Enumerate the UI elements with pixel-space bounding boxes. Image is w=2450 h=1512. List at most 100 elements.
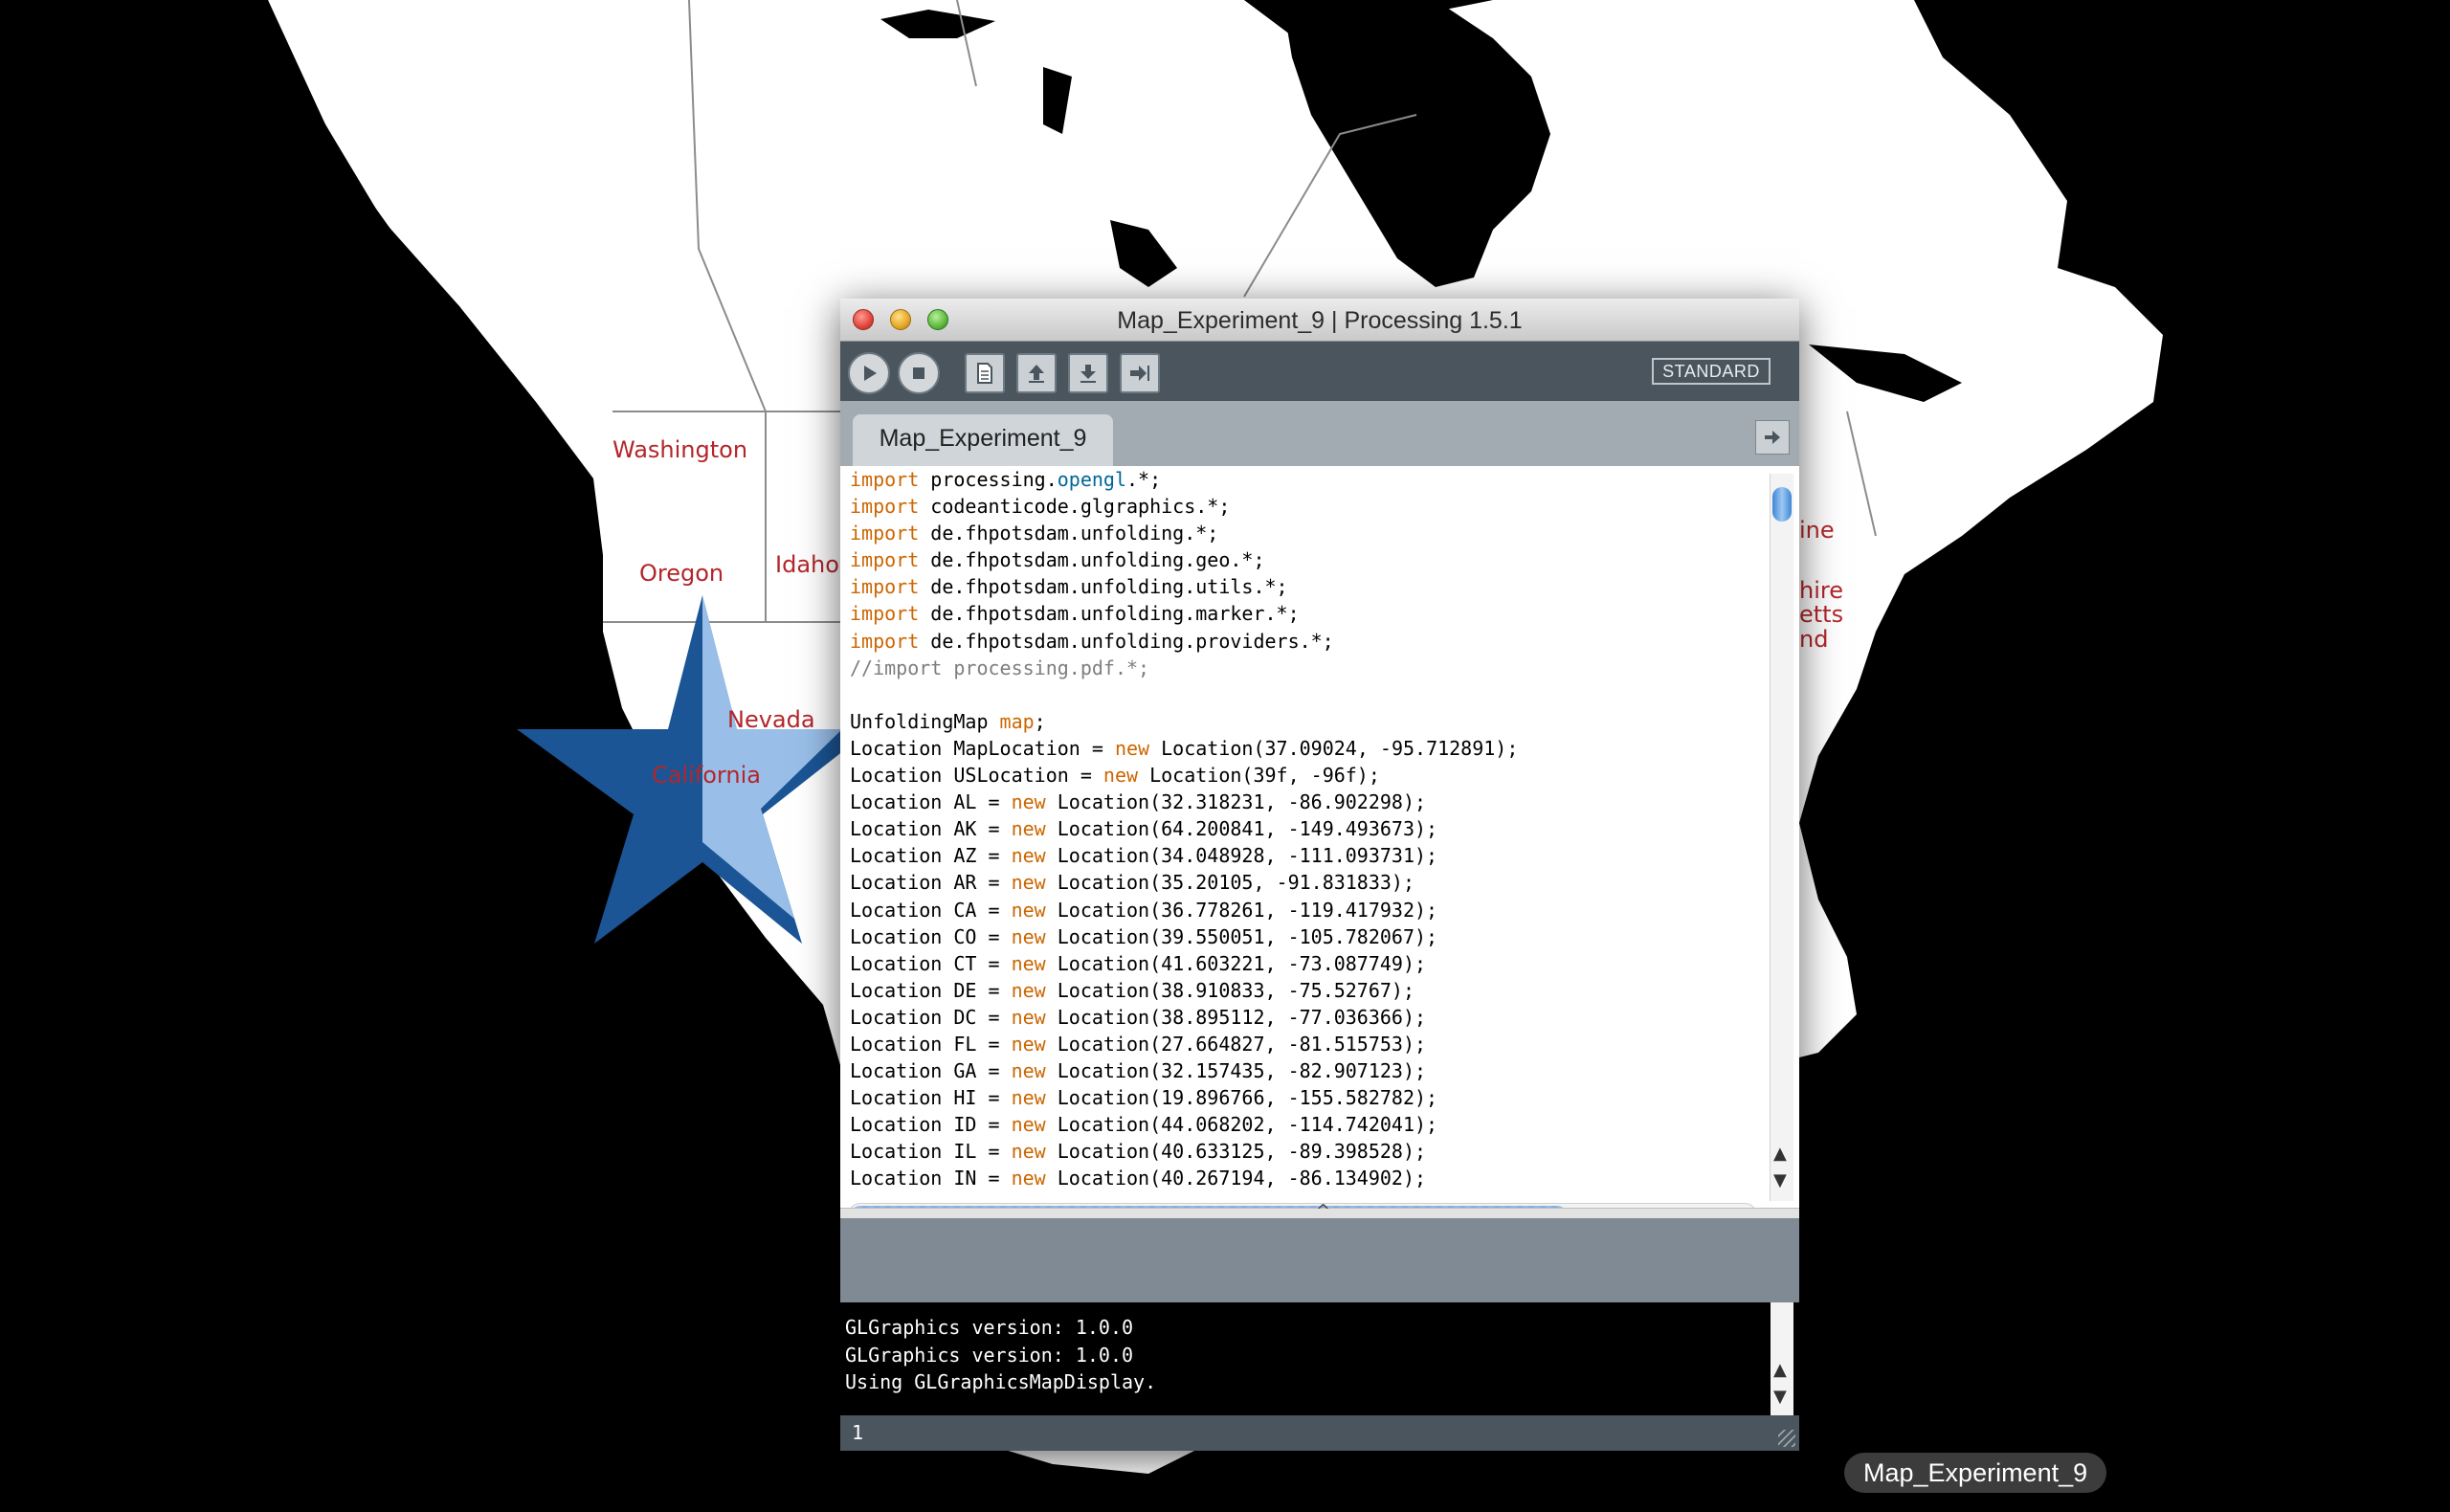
code-line[interactable]: Location ID = new Location(44.068202, -1… [850, 1111, 1654, 1138]
export-arrow-icon [1130, 366, 1149, 381]
editor-vertical-scrollbar[interactable]: ▲ ▼ [1770, 474, 1793, 1201]
message-area [840, 1218, 1799, 1302]
run-button[interactable] [848, 352, 890, 394]
code-line[interactable]: Location DE = new Location(38.910833, -7… [850, 977, 1654, 1004]
save-arrow-down-icon [1080, 365, 1096, 383]
code-line[interactable]: Location AR = new Location(35.20105, -91… [850, 869, 1654, 896]
code-token: Location USLocation = [850, 764, 1103, 788]
new-sketch-button[interactable] [965, 353, 1005, 393]
code-line[interactable]: Location CO = new Location(39.550051, -1… [850, 923, 1654, 950]
tab-bar: Map_Experiment_9 [840, 401, 1799, 466]
code-token: Location(40.267194, -86.134902); [1045, 1167, 1427, 1190]
code-token: .*; [1126, 468, 1162, 491]
code-line[interactable]: Location IL = new Location(40.633125, -8… [850, 1138, 1654, 1165]
code-line[interactable]: Location FL = new Location(27.664827, -8… [850, 1031, 1654, 1057]
code-token: import [850, 495, 920, 519]
console-output[interactable]: GLGraphics version: 1.0.0 GLGraphics vers… [840, 1302, 1799, 1415]
code-line[interactable]: Location DC = new Location(38.895112, -7… [850, 1004, 1654, 1031]
code-token: Location(37.09024, -95.712891); [1149, 736, 1519, 760]
code-token: Location DE = [850, 978, 1012, 1002]
scroll-down-icon[interactable]: ▼ [1773, 1170, 1787, 1190]
code-line[interactable]: Location CA = new Location(36.778261, -1… [850, 897, 1654, 923]
code-line[interactable]: //import processing.pdf.*; [850, 655, 1654, 681]
code-line[interactable]: Location HI = new Location(19.896766, -1… [850, 1084, 1654, 1111]
export-button[interactable] [1120, 353, 1160, 393]
code-token: Location(39.550051, -105.782067); [1045, 924, 1438, 948]
code-line[interactable]: Location AK = new Location(64.200841, -1… [850, 815, 1654, 842]
code-line[interactable]: Location GA = new Location(32.157435, -8… [850, 1057, 1654, 1084]
code-token: de.fhpotsdam.unfolding.marker.*; [919, 602, 1300, 626]
code-line[interactable]: import codeanticode.glgraphics.*; [850, 493, 1654, 520]
code-editor[interactable]: import processing.opengl.*; import codean… [840, 466, 1799, 1228]
code-line[interactable]: Location USLocation = new Location(39f, … [850, 762, 1654, 789]
code-line[interactable]: Location IN = new Location(40.267194, -8… [850, 1165, 1654, 1191]
code-token: de.fhpotsdam.unfolding.*; [919, 522, 1219, 545]
console-splitter[interactable]: ^ [840, 1201, 1799, 1221]
code-token: new [1011, 790, 1046, 814]
window-title: Map_Experiment_9 | Processing 1.5.1 [1117, 307, 1523, 334]
open-button[interactable] [1016, 353, 1057, 393]
code-line[interactable]: import processing.opengl.*; [850, 466, 1654, 493]
code-token: Location(27.664827, -81.515753); [1045, 1032, 1427, 1056]
code-token: Location HI = [850, 1086, 1012, 1110]
save-button[interactable] [1068, 353, 1108, 393]
tab-map-experiment[interactable]: Map_Experiment_9 [853, 414, 1113, 466]
code-token: new [1011, 871, 1046, 895]
code-token: Location MapLocation = [850, 736, 1115, 760]
code-token: new [1011, 1140, 1046, 1164]
new-sketch-icon [977, 363, 992, 384]
code-token: Location AK = [850, 817, 1012, 841]
console-scrollbar[interactable]: ▲ ▼ [1771, 1302, 1793, 1415]
code-token: Location(64.200841, -149.493673); [1045, 817, 1438, 841]
stop-icon [913, 367, 924, 379]
console-line: GLGraphics version: 1.0.0 [845, 1343, 1134, 1367]
code-text[interactable]: import processing.opengl.*; import codean… [850, 466, 1654, 1193]
console-line: Using GLGraphicsMapDisplay. [845, 1370, 1157, 1393]
mode-selector[interactable]: STANDARD [1652, 358, 1771, 385]
code-line[interactable]: Location CT = new Location(41.603221, -7… [850, 950, 1654, 977]
console-scroll-up-icon[interactable]: ▲ [1773, 1360, 1787, 1380]
state-label-washington: Washington [612, 436, 747, 463]
resize-grip-icon[interactable] [1778, 1430, 1795, 1447]
code-line[interactable]: import de.fhpotsdam.unfolding.providers.… [850, 628, 1654, 655]
code-token: import [850, 468, 920, 491]
state-label-oregon: Oregon [639, 560, 724, 587]
code-line[interactable]: UnfoldingMap map; [850, 708, 1654, 735]
open-arrow-up-icon [1029, 365, 1044, 383]
code-token: Location CO = [850, 924, 1012, 948]
code-token: Location(32.318231, -86.902298); [1045, 790, 1427, 814]
code-line[interactable] [850, 681, 1654, 708]
code-line[interactable]: import de.fhpotsdam.unfolding.geo.*; [850, 546, 1654, 573]
code-token: //import processing.pdf.*; [850, 656, 1150, 679]
code-token: Location ID = [850, 1113, 1012, 1137]
code-token: Location CT = [850, 951, 1012, 975]
editor-scroll-thumb[interactable] [1772, 487, 1792, 522]
tab-menu-button[interactable] [1755, 420, 1790, 455]
code-token: import [850, 602, 920, 626]
state-label-partial-1: ine [1799, 517, 1835, 544]
code-line[interactable]: Location AL = new Location(32.318231, -8… [850, 789, 1654, 815]
code-token: Location(40.633125, -89.398528); [1045, 1140, 1427, 1164]
processing-window[interactable]: Map_Experiment_9 | Processing 1.5.1 STAN… [840, 299, 1799, 1451]
title-bar[interactable]: Map_Experiment_9 | Processing 1.5.1 [840, 299, 1799, 342]
code-token: Location AR = [850, 871, 1012, 895]
code-token: Location(35.20105, -91.831833); [1045, 871, 1415, 895]
console-scroll-down-icon[interactable]: ▼ [1773, 1387, 1787, 1407]
code-token: new [1011, 924, 1046, 948]
code-token: Location IL = [850, 1140, 1012, 1164]
console-text: GLGraphics version: 1.0.0 GLGraphics vers… [845, 1314, 1156, 1396]
stop-button[interactable] [898, 352, 940, 394]
code-token: new [1011, 1059, 1046, 1083]
code-line[interactable]: import de.fhpotsdam.unfolding.utils.*; [850, 573, 1654, 600]
state-label-partial-4: nd [1799, 626, 1828, 653]
scroll-up-icon[interactable]: ▲ [1773, 1144, 1787, 1164]
code-line[interactable]: import de.fhpotsdam.unfolding.*; [850, 520, 1654, 546]
toolbar: STANDARD [840, 342, 1799, 401]
state-label-california: California [652, 762, 761, 789]
code-line[interactable]: Location MapLocation = new Location(37.0… [850, 735, 1654, 762]
arrow-right-icon [1765, 431, 1780, 444]
code-line[interactable]: import de.fhpotsdam.unfolding.marker.*; [850, 600, 1654, 627]
code-line[interactable]: Location AZ = new Location(34.048928, -1… [850, 842, 1654, 869]
code-token: new [1011, 951, 1046, 975]
code-token: import [850, 548, 920, 572]
